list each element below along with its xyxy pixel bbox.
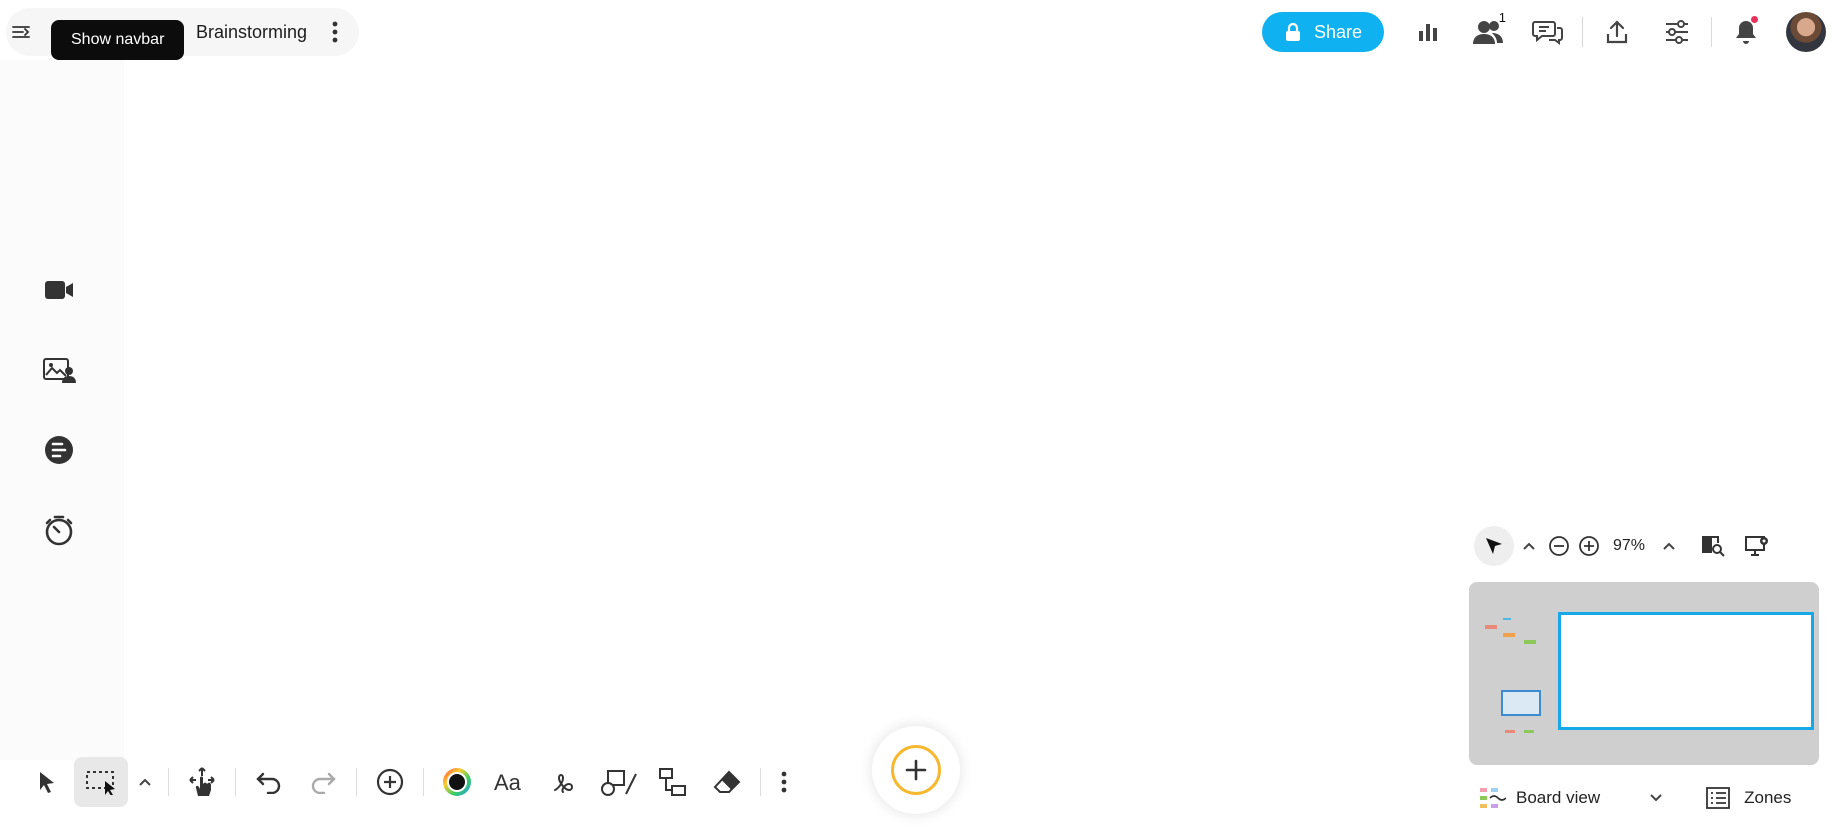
minimap[interactable] xyxy=(1469,582,1819,765)
board-header: Show navbar Brainstorming xyxy=(6,8,360,60)
zoom-level[interactable]: 97% xyxy=(1604,537,1654,555)
divider xyxy=(1582,17,1583,47)
pan-hand-icon[interactable] xyxy=(175,757,229,807)
chevron-down-icon[interactable] xyxy=(1646,788,1666,808)
divider xyxy=(235,768,236,796)
eraser-icon[interactable] xyxy=(700,757,754,807)
board-menu-icon[interactable] xyxy=(321,12,349,52)
zones-label: Zones xyxy=(1744,788,1792,807)
notification-dot xyxy=(1751,16,1758,23)
add-content-button[interactable] xyxy=(872,726,960,814)
minimap-note xyxy=(1503,618,1511,620)
upload-icon[interactable] xyxy=(1587,8,1647,56)
video-icon[interactable] xyxy=(30,250,88,330)
media-icon[interactable] xyxy=(30,330,88,410)
divider xyxy=(1711,17,1712,47)
sidebar-toggle-icon[interactable] xyxy=(6,8,36,56)
chat-icon[interactable] xyxy=(1518,8,1578,56)
divider xyxy=(423,768,424,796)
redo-icon[interactable] xyxy=(296,757,350,807)
svg-text:Aa: Aa xyxy=(494,771,522,793)
minimap-note xyxy=(1505,730,1515,733)
undo-icon[interactable] xyxy=(242,757,296,807)
select-cursor-icon[interactable] xyxy=(20,757,74,807)
minimap-note xyxy=(1524,730,1534,733)
share-label: Share xyxy=(1313,21,1363,42)
users-icon[interactable]: 1 xyxy=(1458,8,1518,56)
zoom-controls: 97% xyxy=(1474,526,1824,566)
add-circle-icon[interactable] xyxy=(363,757,417,807)
chevron-up-icon[interactable] xyxy=(1654,528,1684,564)
connector-icon[interactable] xyxy=(646,757,700,807)
pen-icon[interactable] xyxy=(538,757,592,807)
avatar[interactable] xyxy=(1786,12,1826,52)
board-title[interactable]: Brainstorming xyxy=(196,22,307,43)
top-actions: Share 1 xyxy=(1262,8,1826,56)
timer-icon[interactable] xyxy=(30,490,88,570)
presentation-settings-icon[interactable] xyxy=(1742,528,1772,564)
view-controls: Board view Zones xyxy=(1478,780,1824,816)
color-picker-icon[interactable] xyxy=(430,757,484,807)
share-button[interactable]: Share xyxy=(1262,12,1384,52)
zoom-in-icon[interactable] xyxy=(1574,528,1604,564)
list-icon[interactable] xyxy=(30,410,88,490)
divider xyxy=(168,768,169,796)
board-view-icon xyxy=(1480,788,1506,808)
text-tool-icon[interactable]: Aa xyxy=(484,757,538,807)
board-view-label[interactable]: Board view xyxy=(1516,788,1600,808)
zones-list-icon xyxy=(1706,787,1731,809)
zoom-out-icon[interactable] xyxy=(1544,528,1574,564)
chevron-up-icon[interactable] xyxy=(1514,528,1544,564)
collaborators-count: 1 xyxy=(1498,10,1506,25)
left-tool-strip xyxy=(30,250,88,570)
shape-line-icon[interactable] xyxy=(592,757,646,807)
minimap-table xyxy=(1501,690,1541,716)
find-on-board-icon[interactable] xyxy=(1698,528,1728,564)
minimap-note xyxy=(1485,625,1497,629)
minimap-note xyxy=(1524,640,1536,644)
marquee-select-icon[interactable] xyxy=(74,757,128,807)
zones-button[interactable]: Zones xyxy=(1706,787,1791,809)
divider xyxy=(760,768,761,796)
pointer-mode-icon[interactable] xyxy=(1474,526,1514,566)
bar-chart-icon[interactable] xyxy=(1398,8,1458,56)
minimap-viewport[interactable] xyxy=(1558,612,1814,730)
bottom-toolbar: Aa xyxy=(20,752,801,812)
divider xyxy=(356,768,357,796)
show-navbar-tooltip: Show navbar xyxy=(51,20,185,60)
bell-icon[interactable] xyxy=(1716,8,1776,56)
sliders-icon[interactable] xyxy=(1647,8,1707,56)
more-icon[interactable] xyxy=(767,757,801,807)
chevron-up-icon[interactable] xyxy=(128,757,162,807)
plus-icon xyxy=(891,745,941,795)
lock-icon xyxy=(1284,22,1302,42)
minimap-note xyxy=(1503,633,1515,637)
